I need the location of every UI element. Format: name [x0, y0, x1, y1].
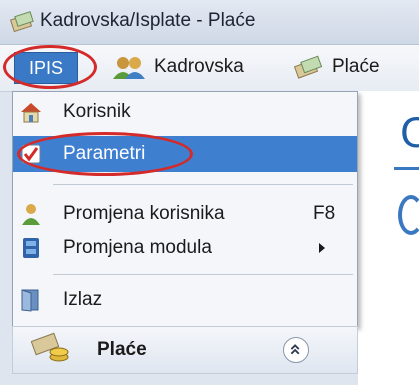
content-heading: C: [400, 111, 419, 157]
menu-place-label: Plaće: [332, 56, 380, 77]
menu-item-label: Parametri: [63, 143, 146, 164]
menu-item-label: Promjena korisnika: [63, 203, 225, 224]
panel-header-place[interactable]: Plaće: [12, 326, 358, 374]
app-window: Kadrovska/Isplate - Plaće IPIS Kadrovska…: [0, 0, 419, 385]
menu-item-promjena-modula[interactable]: Promjena modula: [13, 230, 357, 266]
menu-separator: [53, 274, 353, 275]
module-icon: [23, 238, 39, 258]
collapse-button[interactable]: [283, 337, 309, 363]
menu-separator: [53, 184, 353, 185]
shortcut-label: F8: [313, 203, 336, 224]
menu-kadrovska-label: Kadrovska: [154, 56, 244, 77]
menu-item-korisnik[interactable]: Korisnik: [13, 94, 357, 130]
menu-item-promjena-korisnika[interactable]: Promjena korisnika F8: [13, 196, 357, 232]
money-icon: [10, 11, 34, 33]
user-icon: [22, 204, 40, 225]
chevron-up-icon: [290, 344, 300, 355]
title-bar: Kadrovska/Isplate - Plaće: [0, 0, 419, 45]
menu-bar: IPIS Kadrovska Plaće: [0, 45, 419, 92]
window-title: Kadrovska/Isplate - Plaće: [40, 10, 256, 31]
heading-underline: [394, 167, 419, 170]
money-icon: [294, 55, 323, 79]
menu-item-izlaz[interactable]: Izlaz: [13, 282, 357, 318]
checkbox-icon: [21, 144, 41, 164]
users-icon: [113, 57, 145, 79]
submenu-arrow-icon: [319, 243, 325, 253]
content-area: C: [358, 91, 419, 385]
menu-item-parametri[interactable]: Parametri: [13, 136, 357, 172]
exit-icon: [21, 289, 39, 312]
panel-title: Plaće: [97, 339, 147, 360]
coins-icon: [31, 332, 69, 362]
ipis-dropdown-menu: Korisnik Parametri Promjena korisnika F8: [12, 91, 358, 327]
menu-item-label: Promjena modula: [63, 237, 212, 258]
content-graphic: [398, 195, 419, 235]
menu-item-label: Izlaz: [63, 289, 103, 310]
home-icon: [21, 103, 41, 123]
menu-item-label: Korisnik: [63, 101, 131, 122]
menu-ipis[interactable]: IPIS: [14, 52, 78, 84]
